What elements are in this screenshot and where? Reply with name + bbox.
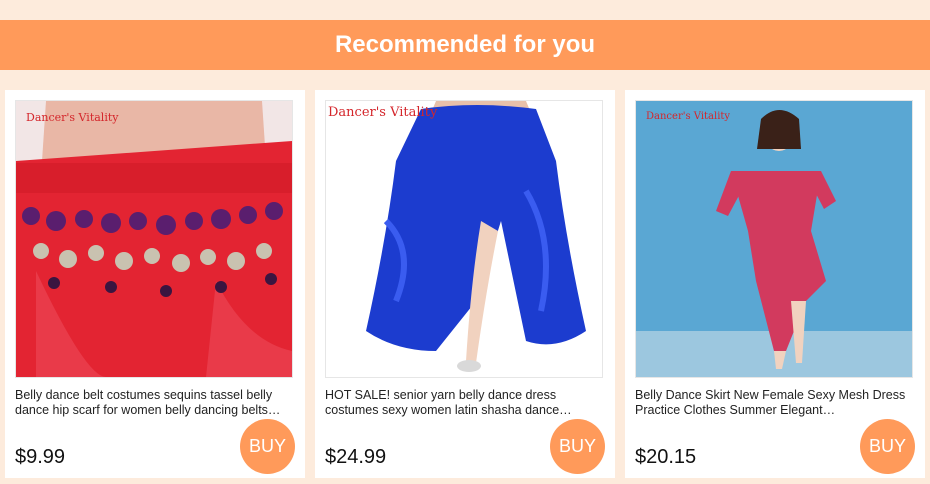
brand-watermark: Dancer's Vitality	[646, 111, 731, 122]
product-title[interactable]: Belly Dance Skirt New Female Sexy Mesh D…	[635, 388, 917, 418]
product-photo-dress	[636, 101, 912, 377]
brand-watermark: Dancer's Vitality	[328, 105, 438, 120]
buy-button[interactable]: BUY	[240, 419, 295, 474]
product-image[interactable]: Dancer's Vitality	[15, 100, 293, 378]
banner-title: Recommended for you	[334, 31, 596, 58]
product-price: $9.99	[15, 446, 66, 468]
product-card[interactable]: Dancer's Vitality HOT SALE! senior yarn …	[315, 90, 615, 478]
recommended-banner: Recommended for you	[0, 20, 930, 70]
product-image[interactable]: Dancer's Vitality	[635, 100, 913, 378]
brand-watermark: Dancer's Vitality	[26, 111, 119, 124]
product-card[interactable]: Dancer's Vitality Belly Dance Skirt New …	[625, 90, 925, 478]
product-price: $20.15	[635, 446, 697, 468]
buy-button[interactable]: BUY	[550, 419, 605, 474]
product-title[interactable]: Belly dance belt costumes sequins tassel…	[15, 388, 297, 418]
product-card[interactable]: Dancer's Vitality Belly dance belt costu…	[5, 90, 305, 478]
product-price: $24.99	[325, 446, 387, 468]
product-photo-belt	[16, 101, 292, 377]
product-title[interactable]: HOT SALE! senior yarn belly dance dress …	[325, 388, 607, 418]
product-photo-skirt	[326, 101, 602, 377]
buy-button[interactable]: BUY	[860, 419, 915, 474]
product-image[interactable]: Dancer's Vitality	[325, 100, 603, 378]
